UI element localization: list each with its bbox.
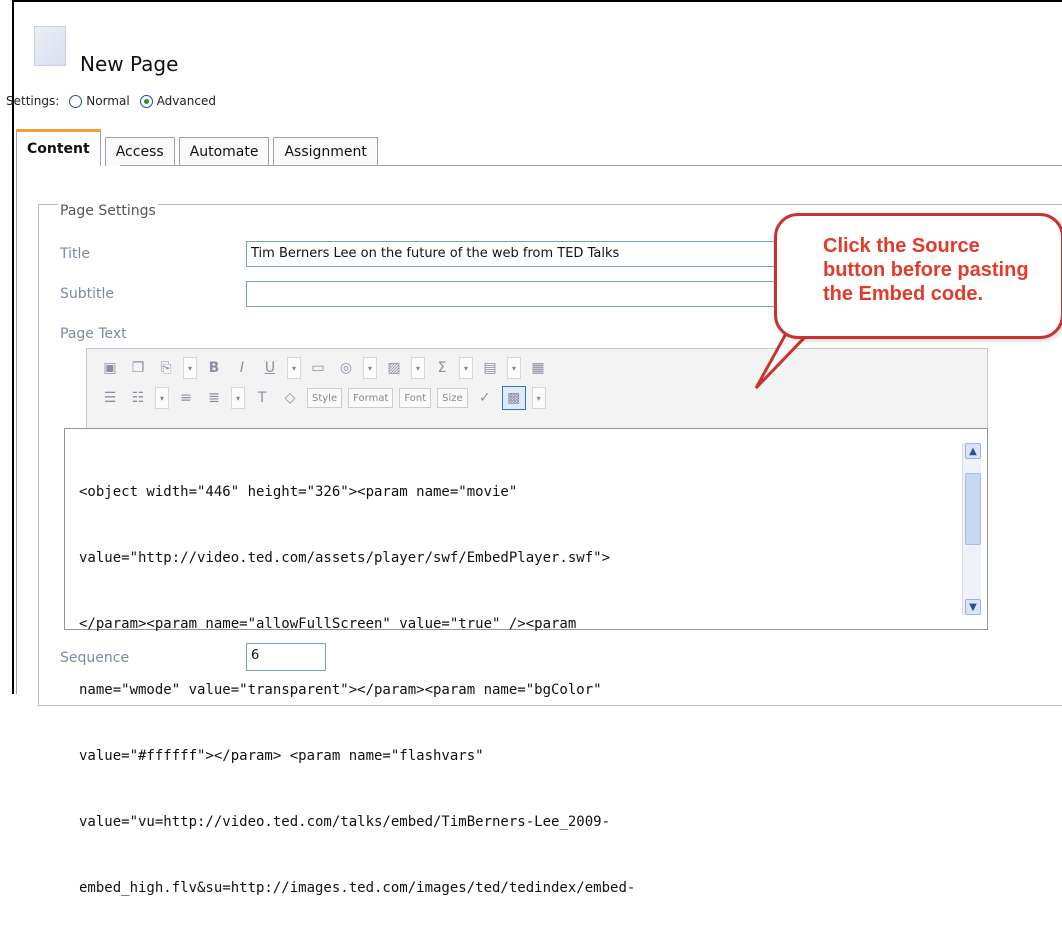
scroll-up-icon[interactable]: ▲: [965, 443, 981, 459]
callout-text: Click the Source button before pasting t…: [823, 235, 1029, 305]
subtitle-label: Subtitle: [60, 286, 115, 302]
underline-icon[interactable]: U: [259, 357, 281, 379]
source-view-icon[interactable]: ▣: [99, 357, 121, 379]
italic-icon[interactable]: I: [231, 357, 253, 379]
copy-icon[interactable]: ❐: [127, 357, 149, 379]
sigma-dropdown[interactable]: ▾: [459, 357, 473, 379]
source-button[interactable]: ▩: [501, 386, 526, 410]
font-select[interactable]: Font: [399, 388, 432, 408]
page-text-label: Page Text: [60, 326, 127, 342]
image-dropdown[interactable]: ▾: [411, 357, 425, 379]
template-icon[interactable]: ▦: [527, 357, 549, 379]
callout-pointer: [754, 330, 807, 390]
code-line: value="#ffffff"></param> <param name="fl…: [79, 748, 484, 764]
tab-bar: Content Access Automate Assignment: [16, 129, 382, 166]
code-line: value="vu=http://video.ted.com/talks/emb…: [79, 814, 611, 830]
sequence-input[interactable]: 6: [246, 643, 326, 671]
tab-assignment[interactable]: Assignment: [273, 137, 378, 166]
radio-advanced-label: Advanced: [156, 94, 216, 108]
link-icon[interactable]: ◎: [335, 357, 357, 379]
editor-scrollbar[interactable]: ▲ ▼: [962, 443, 981, 615]
code-line: </param><param name="allowFullScreen" va…: [79, 616, 577, 632]
tab-automate[interactable]: Automate: [178, 137, 270, 166]
image-icon[interactable]: ▨: [383, 357, 405, 379]
radio-normal-label: Normal: [86, 94, 130, 108]
list-dropdown[interactable]: ▾: [155, 387, 169, 409]
source-dropdown[interactable]: ▾: [531, 387, 546, 409]
align-left-icon[interactable]: ≡: [175, 387, 197, 409]
spellcheck-icon[interactable]: ✓: [474, 387, 496, 409]
highlight-icon[interactable]: ◇: [279, 387, 301, 409]
title-label: Title: [60, 246, 91, 262]
code-line: value="http://video.ted.com/assets/playe…: [79, 550, 611, 566]
code-line: name="wmode" value="transparent"></param…: [79, 682, 602, 698]
callout-box: Click the Source button before pasting t…: [774, 213, 1062, 339]
align-dropdown[interactable]: ▾: [231, 387, 245, 409]
bullet-list-icon[interactable]: ☷: [127, 387, 149, 409]
page-text-editor[interactable]: <object width="446" height="326"><param …: [64, 428, 988, 896]
text-color-icon[interactable]: T: [251, 387, 273, 409]
tab-access[interactable]: Access: [104, 137, 175, 166]
size-select[interactable]: Size: [437, 388, 468, 408]
bold-icon[interactable]: B: [203, 357, 225, 379]
tab-content[interactable]: Content: [16, 129, 101, 166]
page-title: New Page: [80, 52, 179, 76]
table-icon[interactable]: ▤: [479, 357, 501, 379]
settings-row: Settings: Normal Advanced: [6, 94, 216, 108]
editor-code: <object width="446" height="326"><param …: [79, 437, 949, 943]
folder-icon[interactable]: ▭: [307, 357, 329, 379]
page-icon: [34, 26, 66, 66]
style-select[interactable]: Style: [307, 388, 343, 408]
format-dropdown[interactable]: ▾: [287, 357, 301, 379]
scroll-down-icon[interactable]: ▼: [965, 599, 981, 615]
code-line: <object width="446" height="326"><param …: [79, 484, 518, 500]
subtitle-input[interactable]: [246, 281, 800, 307]
radio-advanced[interactable]: [139, 94, 153, 108]
radio-normal[interactable]: [69, 94, 83, 108]
sigma-icon[interactable]: Σ: [431, 357, 453, 379]
page-settings-legend: Page Settings: [58, 203, 158, 219]
paste-icon[interactable]: ⎘: [155, 357, 177, 379]
scroll-thumb[interactable]: [965, 473, 981, 545]
format-select[interactable]: Format: [348, 388, 394, 408]
numbered-list-icon[interactable]: ☰: [99, 387, 121, 409]
link-dropdown[interactable]: ▾: [363, 357, 377, 379]
align-center-icon[interactable]: ≣: [203, 387, 225, 409]
settings-label: Settings:: [6, 94, 60, 108]
table-dropdown[interactable]: ▾: [507, 357, 521, 379]
paste-dropdown[interactable]: ▾: [183, 357, 197, 379]
sequence-label: Sequence: [60, 650, 130, 666]
title-input[interactable]: Tim Berners Lee on the future of the web…: [246, 241, 800, 267]
code-line: embed_high.flv&su=http://images.ted.com/…: [79, 880, 636, 896]
editor-toolbar: ▣ ❐ ⎘ ▾ B I U ▾ ▭ ◎ ▾ ▨ ▾ Σ ▾ ▤ ▾ ▦ ☰ ☷ …: [86, 348, 988, 430]
